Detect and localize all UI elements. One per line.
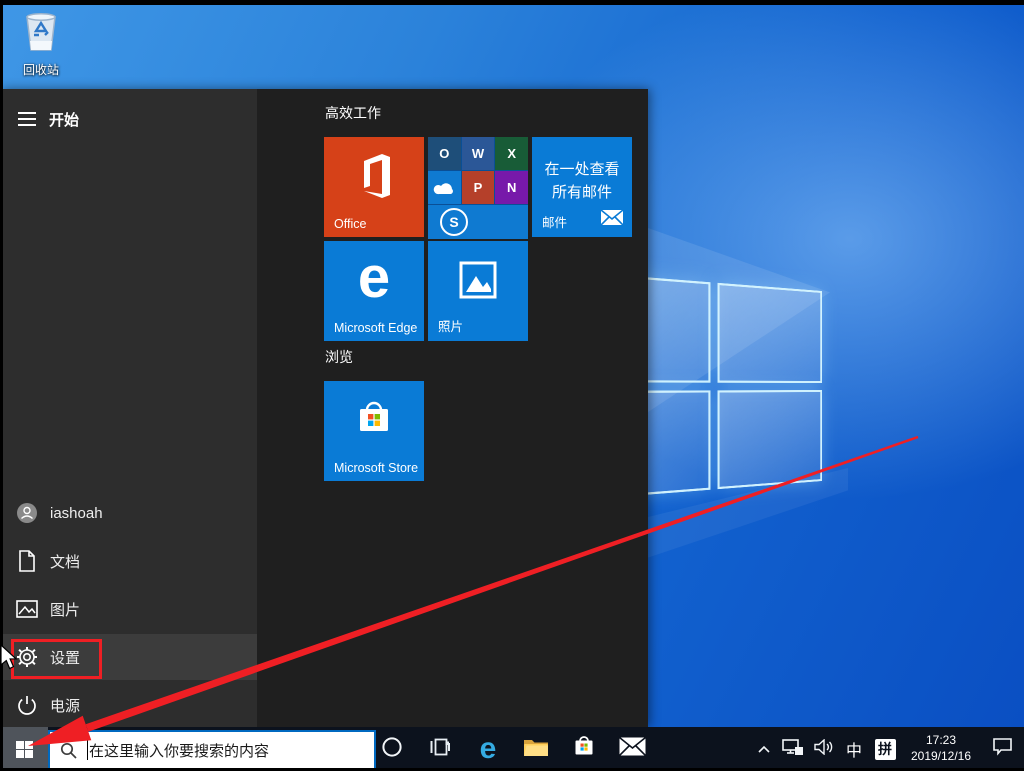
logo-pane: [717, 283, 822, 383]
volume-button[interactable]: [808, 727, 840, 771]
start-menu: 开始 iashoah 文档 图片: [0, 89, 648, 727]
pictures-icon: [15, 597, 39, 621]
tray-date: 2019/12/16: [911, 749, 971, 763]
tile-photos[interactable]: 照片: [428, 241, 528, 341]
tile-group-title: 浏览: [325, 347, 353, 367]
chevron-up-icon: [758, 740, 770, 758]
skype-icon: S: [428, 205, 528, 239]
action-center-button[interactable]: [980, 727, 1024, 771]
user-avatar-icon: [15, 501, 39, 525]
search-icon: [60, 742, 77, 759]
tile-label: Microsoft Edge: [334, 321, 417, 335]
onedrive-icon: [428, 171, 461, 204]
windows-start-icon: [16, 741, 33, 758]
capture-border: [0, 0, 1024, 5]
rail-item-power[interactable]: 电源: [0, 682, 257, 728]
store-taskbar-button[interactable]: [560, 727, 608, 771]
file-explorer-button[interactable]: [512, 727, 560, 771]
cortana-button[interactable]: [368, 727, 416, 771]
annotation-highlight-box: [11, 639, 102, 679]
clock-button[interactable]: 17:23 2019/12/16: [902, 727, 980, 771]
text-caret: [87, 740, 88, 760]
mail-tile-description: 在一处查看所有邮件: [538, 159, 626, 204]
folder-icon: [523, 736, 549, 763]
rail-item-documents[interactable]: 文档: [0, 538, 257, 584]
speaker-icon: [814, 739, 834, 760]
recycle-bin-icon: [18, 41, 64, 58]
ime-language-button[interactable]: 中: [840, 727, 868, 771]
store-icon: [571, 734, 597, 765]
recycle-bin-shortcut[interactable]: 回收站: [12, 8, 70, 78]
rail-item-label: 图片: [50, 599, 80, 620]
rail-item-pictures[interactable]: 图片: [0, 586, 257, 632]
document-icon: [15, 549, 39, 573]
ime-mode-label: 拼: [875, 739, 896, 760]
ime-language-label: 中: [846, 737, 862, 761]
ime-mode-button[interactable]: 拼: [868, 727, 902, 771]
taskbar: 在这里输入你要搜索的内容 e: [0, 727, 1024, 771]
system-tray: 中 拼 17:23 2019/12/16: [750, 727, 1024, 771]
recycle-bin-label: 回收站: [12, 61, 70, 78]
tile-label: Microsoft Store: [334, 461, 418, 475]
tile-mail[interactable]: 在一处查看所有邮件 邮件: [532, 137, 632, 237]
cortana-icon: [381, 736, 403, 763]
edge-icon: e: [480, 732, 497, 766]
capture-border: [0, 0, 3, 771]
start-menu-title: 开始: [49, 109, 79, 130]
hamburger-menu-icon[interactable]: [9, 101, 45, 137]
start-menu-rail: 开始 iashoah 文档 图片: [0, 89, 257, 727]
excel-icon: X: [495, 137, 528, 170]
powerpoint-icon: P: [462, 171, 495, 204]
word-icon: W: [462, 137, 495, 170]
mail-envelope-icon: [601, 210, 623, 230]
task-view-icon: [429, 737, 451, 762]
rail-item-label: iashoah: [50, 505, 103, 522]
edge-icon: e: [324, 239, 424, 317]
mail-taskbar-button[interactable]: [608, 727, 656, 771]
task-view-button[interactable]: [416, 727, 464, 771]
tile-office[interactable]: Office: [324, 137, 424, 237]
desktop-screen: 回收站 开始 iashoah 文档: [0, 0, 1024, 771]
outlook-icon: O: [428, 137, 461, 170]
tile-label: 邮件: [542, 212, 567, 231]
network-status-button[interactable]: [778, 727, 808, 771]
rail-item-label: 文档: [50, 551, 80, 572]
tile-label: 照片: [438, 316, 463, 335]
office-icon: [324, 137, 424, 215]
store-icon: [324, 381, 424, 459]
rail-item-user[interactable]: iashoah: [0, 490, 257, 536]
tile-microsoft-edge[interactable]: e Microsoft Edge: [324, 241, 424, 341]
tile-office-apps-collage[interactable]: O W X P N S: [428, 137, 528, 237]
onenote-icon: N: [495, 171, 528, 204]
search-placeholder: 在这里输入你要搜索的内容: [89, 740, 269, 761]
photos-icon: [428, 241, 528, 319]
tray-expand-button[interactable]: [750, 727, 778, 771]
start-menu-header: 开始: [0, 99, 257, 139]
search-input[interactable]: 在这里输入你要搜索的内容: [48, 730, 376, 770]
tray-time: 17:23: [926, 733, 956, 747]
notification-icon: [992, 737, 1013, 761]
network-icon: [782, 738, 804, 761]
tile-microsoft-store[interactable]: Microsoft Store: [324, 381, 424, 481]
tile-group-title: 高效工作: [325, 103, 381, 123]
power-icon: [15, 693, 39, 717]
mail-envelope-icon: [619, 737, 646, 761]
start-button[interactable]: [0, 727, 48, 771]
rail-item-label: 电源: [50, 695, 80, 716]
tile-label: Office: [334, 217, 366, 231]
edge-taskbar-button[interactable]: e: [464, 727, 512, 771]
logo-pane: [717, 390, 822, 490]
